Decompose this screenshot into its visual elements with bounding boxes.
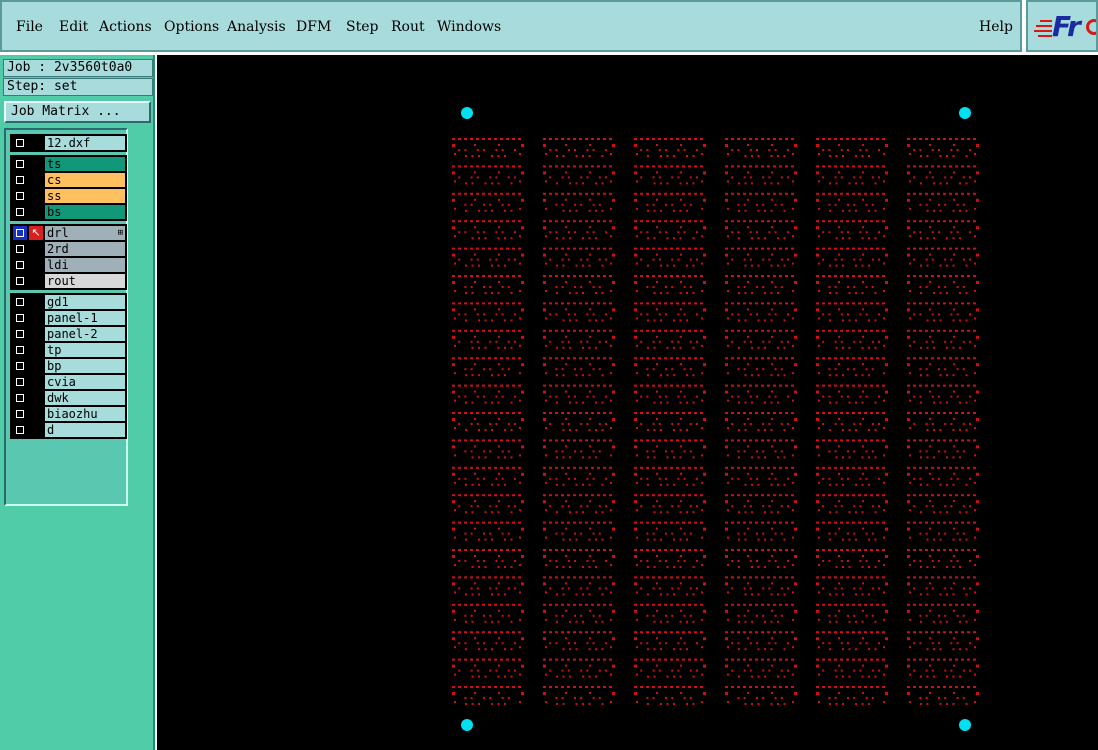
layer-name[interactable]: ss [45, 189, 125, 203]
layer-row-bp[interactable]: bp [11, 358, 126, 374]
layer-row-dwk[interactable]: dwk [11, 390, 126, 406]
frontline-logo: Fr [1026, 0, 1098, 52]
layer-row-panel-2[interactable]: panel-2 [11, 326, 126, 342]
layer-row-tp[interactable]: tp [11, 342, 126, 358]
layer-panel: Job : 2v3560t0a0 Step: set Job Matrix ..… [0, 55, 155, 750]
layer-row-biaozhu[interactable]: biaozhu [11, 406, 126, 422]
fiducial-4 [959, 719, 971, 731]
layer-name[interactable]: drl ⊞ [45, 226, 125, 240]
layer-name[interactable]: tp [45, 343, 125, 357]
layer-checkbox[interactable] [13, 375, 27, 389]
graphic-canvas[interactable] [157, 55, 1098, 750]
menu-windows[interactable]: Windows [437, 19, 501, 35]
layer-name[interactable]: cvia [45, 375, 125, 389]
panel-drawing [452, 107, 979, 731]
layer-checkbox[interactable] [13, 423, 27, 437]
layer-group-board: ts cs ss bs [10, 155, 127, 221]
layer-checkbox[interactable] [13, 295, 27, 309]
layer-row-cvia[interactable]: cvia [11, 374, 126, 390]
layer-row-ss[interactable]: ss [11, 188, 126, 204]
fiducial-3 [461, 719, 473, 731]
layer-row-panel-1[interactable]: panel-1 [11, 310, 126, 326]
job-name: Job : 2v3560t0a0 [3, 59, 153, 77]
layer-name[interactable]: 12.dxf [45, 136, 125, 150]
menu-options[interactable]: Options [164, 19, 219, 35]
layer-row-ldi[interactable]: ldi [11, 257, 126, 273]
layer-features-icon: ⊞ [117, 228, 123, 238]
menu-help[interactable]: Help [979, 19, 1013, 35]
layer-checkbox[interactable] [13, 359, 27, 373]
menu-edit[interactable]: Edit [59, 19, 88, 35]
layer-checkbox[interactable] [13, 343, 27, 357]
layer-checkbox[interactable] [13, 136, 27, 150]
menu-rout[interactable]: Rout [391, 19, 425, 35]
layer-checkbox[interactable] [13, 205, 27, 219]
layer-row-gd1[interactable]: gd1 [11, 294, 126, 310]
layer-name[interactable]: ldi [45, 258, 125, 272]
layer-checkbox[interactable] [13, 173, 27, 187]
layer-row-12-dxf[interactable]: 12.dxf [11, 135, 126, 151]
layer-checkbox[interactable] [13, 242, 27, 256]
layer-name[interactable]: panel-1 [45, 311, 125, 325]
layer-checkbox[interactable] [13, 157, 27, 171]
layer-row-ts[interactable]: ts [11, 156, 126, 172]
layer-name[interactable]: biaozhu [45, 407, 125, 421]
layer-checkbox[interactable] [13, 327, 27, 341]
layer-name[interactable]: rout [45, 274, 125, 288]
layer-name[interactable]: cs [45, 173, 125, 187]
menu-dfm[interactable]: DFM [296, 19, 331, 35]
layer-group-drill: ↖ drl ⊞ 2rd ldi rout [10, 224, 127, 290]
layer-name[interactable]: gd1 [45, 295, 125, 309]
work-layer-arrow-icon: ↖ [29, 226, 43, 240]
step-name: Step: set [3, 78, 153, 96]
layer-row-bs[interactable]: bs [11, 204, 126, 220]
layer-row-2rd[interactable]: 2rd [11, 241, 126, 257]
layer-name[interactable]: panel-2 [45, 327, 125, 341]
layer-name[interactable]: dwk [45, 391, 125, 405]
layer-row-rout[interactable]: rout [11, 273, 126, 289]
logo-ring-icon [1086, 19, 1096, 35]
layer-name[interactable]: bp [45, 359, 125, 373]
menu-step[interactable]: Step [346, 19, 378, 35]
layer-checkbox[interactable] [13, 189, 27, 203]
layer-list: 12.dxf ts cs ss bs ↖ drl ⊞ 2rd ldi rout gd1 panel… [4, 128, 128, 506]
layer-row-cs[interactable]: cs [11, 172, 126, 188]
logo-text: Fr [1052, 10, 1081, 43]
fiducial-2 [959, 107, 971, 119]
layer-checkbox[interactable] [13, 274, 27, 288]
menu-bar: File Edit Actions Options Analysis DFM S… [0, 0, 1022, 52]
menu-file[interactable]: File [16, 19, 43, 35]
layer-name[interactable]: d [45, 423, 125, 437]
layer-checkbox[interactable] [13, 311, 27, 325]
layer-checkbox[interactable] [13, 391, 27, 405]
menu-actions[interactable]: Actions [99, 19, 152, 35]
fiducial-1 [461, 107, 473, 119]
menu-analysis[interactable]: Analysis [227, 19, 286, 35]
layer-row-d[interactable]: d [11, 422, 126, 438]
job-matrix-button[interactable]: Job Matrix ... [4, 101, 151, 123]
layer-checkbox[interactable] [13, 226, 27, 240]
layer-checkbox[interactable] [13, 407, 27, 421]
layer-row-drl[interactable]: ↖ drl ⊞ [11, 225, 126, 241]
layer-name[interactable]: bs [45, 205, 125, 219]
speed-lines-icon [1034, 20, 1052, 38]
layer-group-other: gd1 panel-1 panel-2 tp bp cvia dwk biaozhu d [10, 293, 127, 439]
layer-checkbox[interactable] [13, 258, 27, 272]
layer-name[interactable]: ts [45, 157, 125, 171]
layer-group-misc: 12.dxf [10, 134, 127, 152]
layer-name[interactable]: 2rd [45, 242, 125, 256]
